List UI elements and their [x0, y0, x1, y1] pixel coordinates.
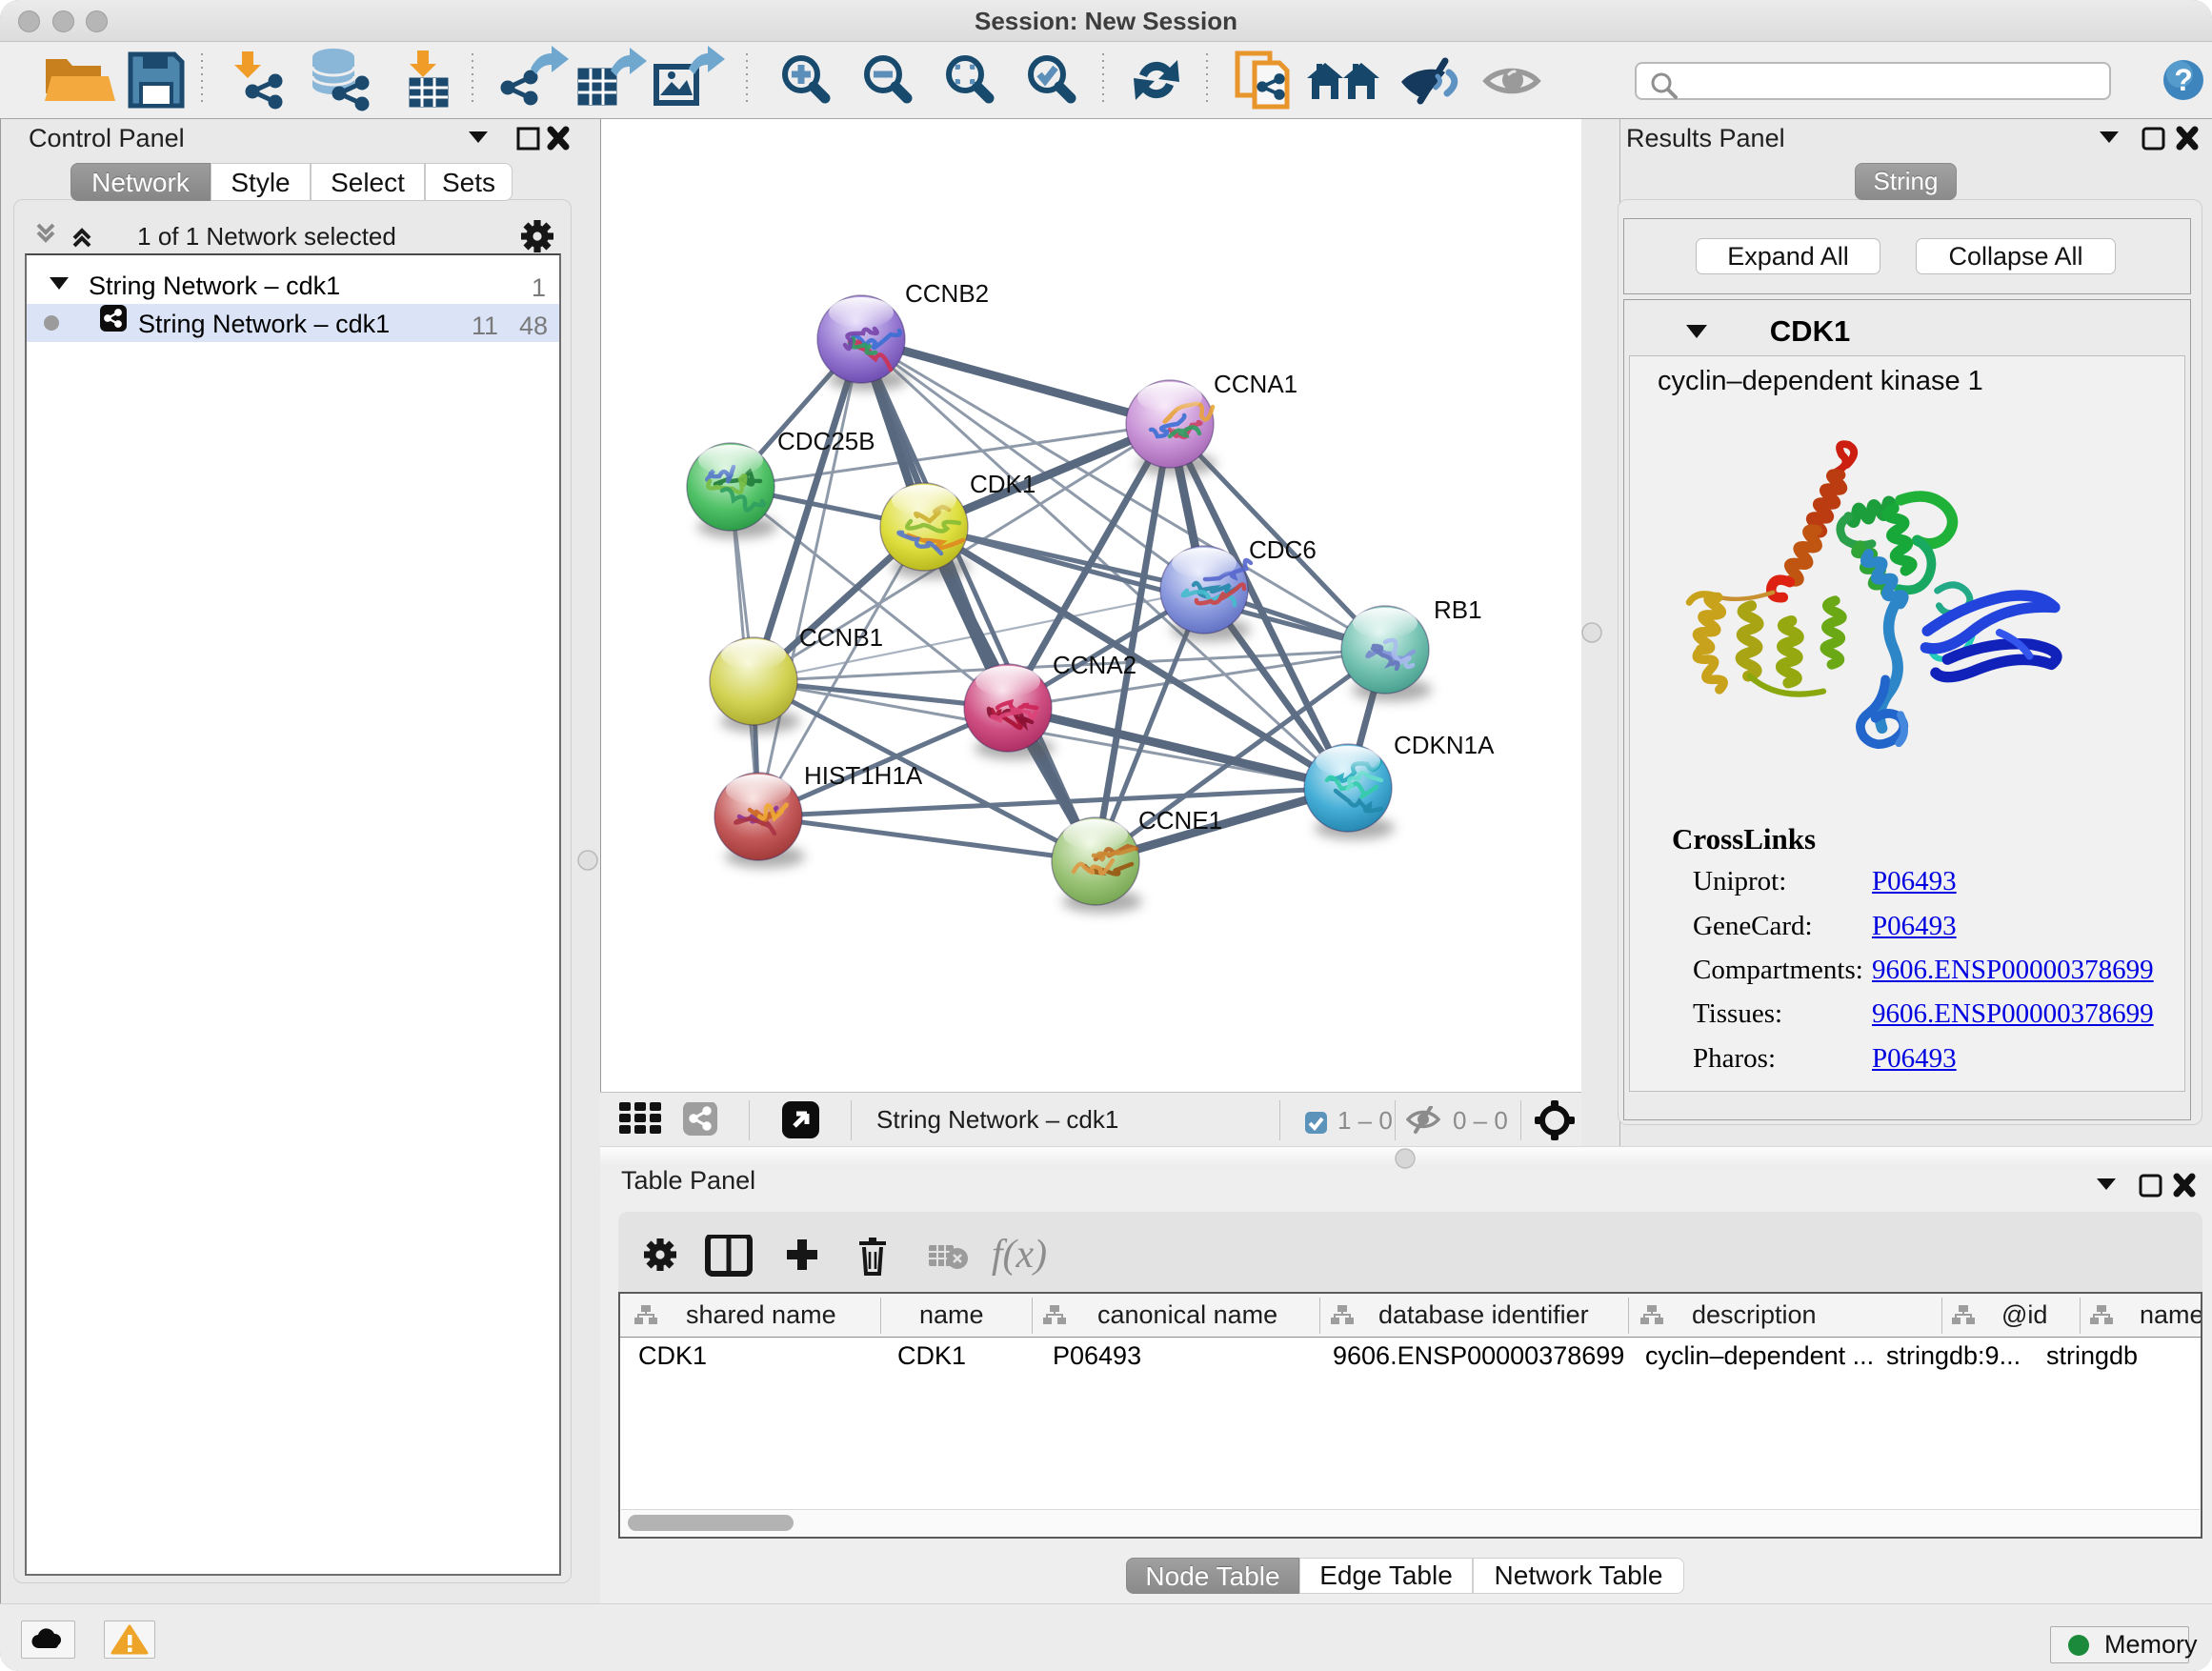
- svg-text:CCNA1: CCNA1: [1214, 370, 1297, 398]
- svg-text:CDC25B: CDC25B: [777, 427, 875, 455]
- svg-text:CDK1: CDK1: [970, 470, 1036, 498]
- svg-text:CCNB1: CCNB1: [799, 623, 883, 652]
- svg-text:CDC6: CDC6: [1249, 535, 1317, 564]
- svg-text:CCNA2: CCNA2: [1053, 651, 1136, 679]
- svg-text:CCNB2: CCNB2: [905, 279, 989, 308]
- svg-text:?: ?: [2174, 63, 2193, 97]
- svg-text:CDKN1A: CDKN1A: [1394, 731, 1495, 759]
- svg-text:CCNE1: CCNE1: [1138, 806, 1222, 835]
- svg-text:RB1: RB1: [1434, 595, 1482, 624]
- svg-text:f(x): f(x): [992, 1235, 1047, 1277]
- svg-text:HIST1H1A: HIST1H1A: [804, 761, 923, 790]
